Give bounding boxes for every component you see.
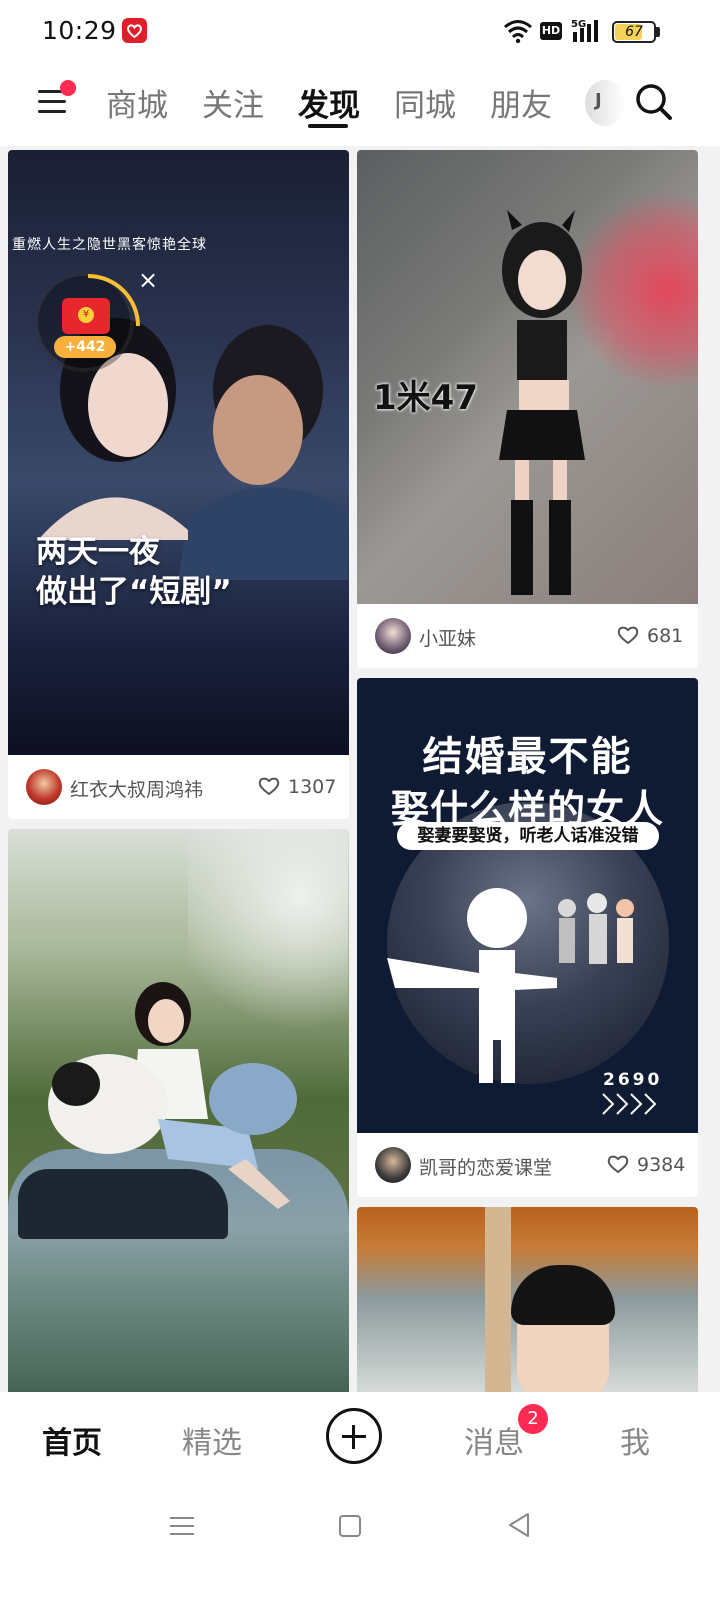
- chevrons-icon: [602, 1093, 657, 1115]
- like-count: 681: [647, 625, 684, 647]
- feed-card[interactable]: [8, 829, 349, 1392]
- red-packet-icon: ¥: [62, 298, 110, 334]
- cover-headline: 结婚最不能: [422, 734, 633, 780]
- red-packet-amount: +442: [54, 336, 116, 358]
- menu-notification-dot: [60, 80, 76, 96]
- status-time: 10:29: [42, 16, 117, 45]
- card-footer: 小亚妹 681: [357, 604, 698, 668]
- author-name[interactable]: 红衣大叔周鸿祎: [70, 775, 203, 802]
- card-cover-image[interactable]: [8, 829, 349, 1392]
- card-footer: 凯哥的恋爱课堂 9384: [357, 1133, 698, 1197]
- coin-icon: ¥: [78, 307, 94, 323]
- feed-card[interactable]: [357, 1207, 698, 1392]
- discover-feed[interactable]: 重燃人生之隐世黑客惊艳全球 ¥ +442 × 两天一夜 做出了“短剧” 红衣大叔…: [0, 146, 720, 1392]
- feed-card[interactable]: 重燃人生之隐世黑客惊艳全球 ¥ +442 × 两天一夜 做出了“短剧” 红衣大叔…: [8, 150, 349, 819]
- active-tab-indicator: [308, 124, 348, 128]
- card-footer: 红衣大叔周鸿祎 1307: [8, 755, 349, 819]
- bottom-nav: 首页 精选 消息 我: [0, 1392, 720, 1486]
- tab-mall[interactable]: 商城: [106, 80, 168, 125]
- bottom-nav-home[interactable]: 首页: [42, 1418, 102, 1462]
- cover-subtitle: 娶妻要娶贤，听老人话准没错: [397, 822, 659, 850]
- avatar[interactable]: [375, 618, 411, 654]
- cover-person-hair: [511, 1265, 615, 1325]
- heart-icon[interactable]: [617, 625, 639, 645]
- bottom-nav-featured[interactable]: 精选: [182, 1418, 242, 1462]
- cover-height-label: 1米47: [373, 378, 478, 418]
- tab-nearby[interactable]: 同城: [394, 80, 456, 125]
- tab-discover[interactable]: 发现: [298, 80, 360, 125]
- more-tabs-label: J: [595, 90, 602, 111]
- cover-illustration: [387, 888, 634, 1083]
- author-name[interactable]: 凯哥的恋爱课堂: [419, 1153, 552, 1180]
- battery-tip: [656, 27, 660, 37]
- red-packet-widget[interactable]: ¥ +442: [34, 272, 140, 372]
- cover-illustration: [499, 210, 585, 595]
- cover-background-beam: [485, 1207, 511, 1392]
- like-count: 1307: [288, 776, 337, 798]
- tab-follow[interactable]: 关注: [202, 80, 264, 125]
- bottom-nav-me[interactable]: 我: [620, 1418, 650, 1462]
- card-cover-image[interactable]: 结婚最不能 娶什么样的女人 娶妻要娶贤，听老人话准没错 2690: [357, 678, 698, 1133]
- card-cover-image[interactable]: 1米47: [357, 150, 698, 604]
- battery-percent: 67: [625, 24, 643, 40]
- cover-headline-line: 做出了“短剧”: [36, 574, 232, 610]
- top-nav: 商城 关注 发现 同城 朋友 J: [0, 62, 720, 146]
- cover-title: 重燃人生之隐世黑客惊艳全球: [12, 237, 207, 253]
- home-icon[interactable]: [336, 1512, 364, 1540]
- heart-icon[interactable]: [607, 1154, 629, 1174]
- avatar[interactable]: [375, 1147, 411, 1183]
- cover-headline-line: 两天一夜: [36, 534, 160, 570]
- close-icon[interactable]: ×: [138, 266, 158, 294]
- like-count: 9384: [637, 1154, 686, 1176]
- more-tabs-button[interactable]: J: [585, 80, 625, 126]
- add-post-button[interactable]: [326, 1408, 382, 1464]
- card-cover-image[interactable]: 重燃人生之隐世黑客惊艳全球 ¥ +442 × 两天一夜 做出了“短剧”: [8, 150, 349, 755]
- status-bar: 10:29 HD 5G 67: [0, 0, 720, 62]
- system-nav-bar: [0, 1486, 720, 1600]
- heart-icon[interactable]: [258, 776, 280, 796]
- app-notification-icon: [122, 18, 147, 43]
- message-badge: 2: [518, 1404, 548, 1434]
- avatar[interactable]: [26, 769, 62, 805]
- hd-icon: HD: [540, 22, 562, 40]
- author-name[interactable]: 小亚妹: [419, 624, 476, 651]
- feed-card[interactable]: 1米47 小亚妹 681: [357, 150, 698, 668]
- cover-headline: 两天一夜 做出了“短剧”: [36, 532, 232, 612]
- card-cover-image[interactable]: [357, 1207, 698, 1392]
- battery-icon: 67: [612, 21, 656, 43]
- signal-icon: 5G: [571, 19, 598, 42]
- cover-number: 2690: [603, 1070, 663, 1090]
- bottom-nav-messages[interactable]: 消息: [464, 1418, 524, 1462]
- search-icon[interactable]: [634, 82, 674, 122]
- recents-icon[interactable]: [168, 1512, 196, 1540]
- back-icon[interactable]: [504, 1510, 534, 1540]
- wifi-icon: [504, 20, 532, 43]
- tab-friends[interactable]: 朋友: [490, 80, 552, 125]
- feed-card[interactable]: 结婚最不能 娶什么样的女人 娶妻要娶贤，听老人话准没错 2690 凯哥的恋爱课堂…: [357, 678, 698, 1197]
- cover-illustration: [48, 982, 297, 1209]
